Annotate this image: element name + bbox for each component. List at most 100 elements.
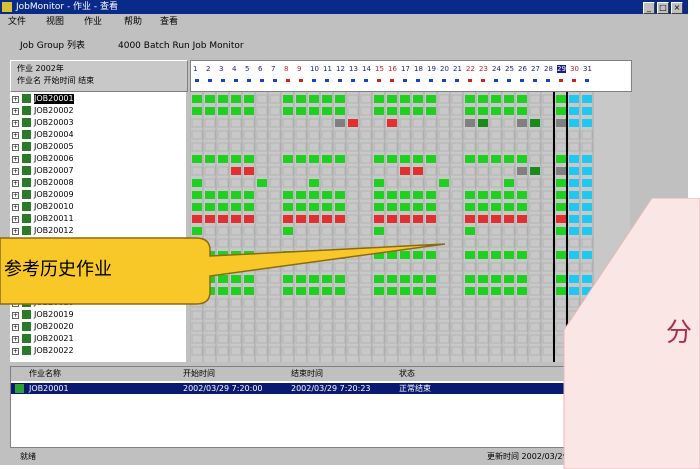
status-cell[interactable] [400,191,410,199]
status-cell[interactable] [503,322,515,332]
status-cell[interactable] [321,178,333,188]
status-cell[interactable] [269,118,281,128]
status-cell[interactable] [269,346,281,356]
status-cell[interactable] [438,322,450,332]
status-cell[interactable] [204,322,216,332]
status-cell[interactable] [504,275,514,283]
menu-file[interactable]: 文件 [8,16,26,28]
status-cell[interactable] [555,130,567,140]
status-cell[interactable] [347,322,359,332]
status-cell[interactable] [504,251,514,259]
status-cell[interactable] [400,167,410,175]
status-cell[interactable] [542,190,554,200]
status-cell[interactable] [321,346,333,356]
status-cell[interactable] [542,214,554,224]
status-cell[interactable] [308,118,320,128]
status-cell[interactable] [295,346,307,356]
status-cell[interactable] [243,130,255,140]
status-cell[interactable] [309,95,319,103]
status-cell[interactable] [192,179,202,187]
menu-view[interactable]: 视图 [46,16,64,28]
maximize-button[interactable]: □ [657,2,669,14]
status-cell[interactable] [529,250,541,260]
status-cell[interactable] [373,142,385,152]
status-cell[interactable] [244,155,254,163]
expand-icon[interactable]: + [12,180,19,187]
status-cell[interactable] [465,191,475,199]
status-cell[interactable] [516,226,528,236]
status-cell[interactable] [451,154,463,164]
status-cell[interactable] [374,107,384,115]
status-cell[interactable] [542,166,554,176]
status-cell[interactable] [373,334,385,344]
status-cell[interactable] [529,106,541,116]
status-cell[interactable] [503,118,515,128]
status-cell[interactable] [413,155,423,163]
status-cell[interactable] [374,179,384,187]
status-cell[interactable] [478,215,488,223]
tree-item[interactable]: + JOB20005 [10,142,186,152]
status-cell[interactable] [426,95,436,103]
status-cell[interactable] [412,346,424,356]
status-cell[interactable] [399,130,411,140]
status-cell[interactable] [542,226,554,236]
status-cell[interactable] [231,167,241,175]
status-cell[interactable] [542,106,554,116]
status-cell[interactable] [282,130,294,140]
status-cell[interactable] [464,178,476,188]
status-cell[interactable] [503,238,515,248]
status-cell[interactable] [399,322,411,332]
status-cell[interactable] [360,190,372,200]
tree-item[interactable]: + JOB20020 [10,322,186,332]
status-cell[interactable] [569,95,579,103]
status-cell[interactable] [192,191,202,199]
status-cell[interactable] [360,118,372,128]
status-cell[interactable] [542,274,554,284]
status-cell[interactable] [464,130,476,140]
status-cell[interactable] [542,310,554,320]
status-cell[interactable] [438,142,450,152]
status-cell[interactable] [191,322,203,332]
status-cell[interactable] [504,191,514,199]
history-col-end[interactable]: 结束时间 [291,369,323,379]
status-cell[interactable] [503,226,515,236]
status-cell[interactable] [477,322,489,332]
status-cell[interactable] [308,322,320,332]
status-cell[interactable] [295,334,307,344]
status-cell[interactable] [425,346,437,356]
status-cell[interactable] [295,322,307,332]
status-cell[interactable] [555,142,567,152]
status-cell[interactable] [542,130,554,140]
status-cell[interactable] [218,191,228,199]
status-cell[interactable] [439,179,449,187]
status-cell[interactable] [282,142,294,152]
status-cell[interactable] [477,166,489,176]
status-cell[interactable] [243,334,255,344]
status-cell[interactable] [529,310,541,320]
status-cell[interactable] [529,202,541,212]
status-cell[interactable] [243,118,255,128]
status-cell[interactable] [412,334,424,344]
status-cell[interactable] [425,118,437,128]
status-cell[interactable] [256,142,268,152]
status-cell[interactable] [217,130,229,140]
tree-item[interactable]: + JOB20006 [10,154,186,164]
status-cell[interactable] [503,130,515,140]
status-cell[interactable] [503,166,515,176]
status-cell[interactable] [503,334,515,344]
status-cell[interactable] [256,334,268,344]
status-cell[interactable] [478,95,488,103]
expand-icon[interactable]: + [12,336,19,343]
status-cell[interactable] [477,178,489,188]
status-cell[interactable] [490,238,502,248]
status-cell[interactable] [542,118,554,128]
status-cell[interactable] [308,130,320,140]
status-cell[interactable] [529,298,541,308]
status-cell[interactable] [478,107,488,115]
status-cell[interactable] [347,106,359,116]
status-cell[interactable] [542,334,554,344]
status-cell[interactable] [230,334,242,344]
status-cell[interactable] [569,167,579,175]
status-cell[interactable] [296,155,306,163]
status-cell[interactable] [438,118,450,128]
